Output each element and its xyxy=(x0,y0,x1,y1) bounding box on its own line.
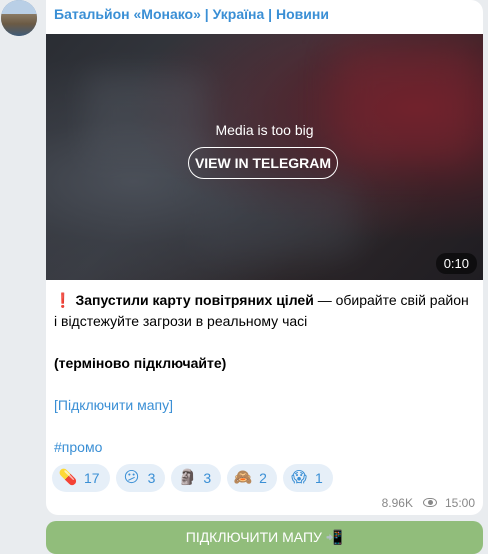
reaction-count: 17 xyxy=(84,470,100,486)
exclamation-icon: ❗ xyxy=(54,292,72,308)
channel-title[interactable]: Батальйон «Монако» | Україна | Новини xyxy=(54,6,329,22)
headline-paragraph: ❗ Запустили карту повітряних цілей — обир… xyxy=(54,290,474,332)
message-text: ❗ Запустили карту повітряних цілей — обир… xyxy=(54,290,474,458)
reaction-count: 3 xyxy=(203,470,212,486)
media-blur-shape xyxy=(86,74,206,164)
reaction-confused[interactable]: 😕 3 xyxy=(115,464,166,492)
message-meta: 8.96K 15:00 xyxy=(382,496,475,510)
channel-avatar[interactable] xyxy=(1,0,37,36)
view-in-telegram-button[interactable]: VIEW IN TELEGRAM xyxy=(188,147,338,179)
pill-icon: 💊 xyxy=(58,469,78,486)
connect-map-button[interactable]: ПІДКЛЮЧИТИ МАПУ 📲 xyxy=(46,521,483,554)
eye-icon xyxy=(422,497,439,509)
video-preview[interactable]: Media is too big VIEW IN TELEGRAM 0:10 xyxy=(46,34,483,280)
reaction-pill[interactable]: 💊 17 xyxy=(52,464,110,492)
confused-face-icon: 😕 xyxy=(123,469,140,486)
reaction-count: 3 xyxy=(147,470,156,486)
video-duration: 0:10 xyxy=(435,253,477,274)
media-too-big-notice: Media is too big xyxy=(215,122,314,138)
reaction-count: 1 xyxy=(314,470,323,486)
reaction-moai[interactable]: 🗿 3 xyxy=(171,464,222,492)
scream-face-icon: 😱 xyxy=(291,469,307,486)
media-blur-shape xyxy=(336,44,476,164)
reactions-bar: 💊 17 😕 3 🗿 3 🙈 2 😱 1 xyxy=(52,464,333,492)
see-no-evil-monkey-icon: 🙈 xyxy=(233,469,253,486)
message-bubble: Батальйон «Монако» | Україна | Новини Me… xyxy=(46,0,483,515)
headline-bold: Запустили карту повітряних цілей xyxy=(75,292,314,308)
hashtag-promo[interactable]: #промо xyxy=(54,439,102,455)
connect-map-link[interactable]: [Підключити мапу] xyxy=(54,397,173,413)
message-time: 15:00 xyxy=(444,496,475,510)
view-count: 8.96K xyxy=(381,496,413,510)
media-blur-shape xyxy=(196,184,356,254)
reaction-count: 2 xyxy=(259,470,267,486)
reaction-scream[interactable]: 😱 1 xyxy=(282,464,333,492)
avatar-town xyxy=(1,14,37,36)
moai-icon: 🗿 xyxy=(178,469,197,486)
reaction-see-no-evil[interactable]: 🙈 2 xyxy=(227,464,277,492)
urgent-note: (терміново підключайте) xyxy=(54,355,227,371)
